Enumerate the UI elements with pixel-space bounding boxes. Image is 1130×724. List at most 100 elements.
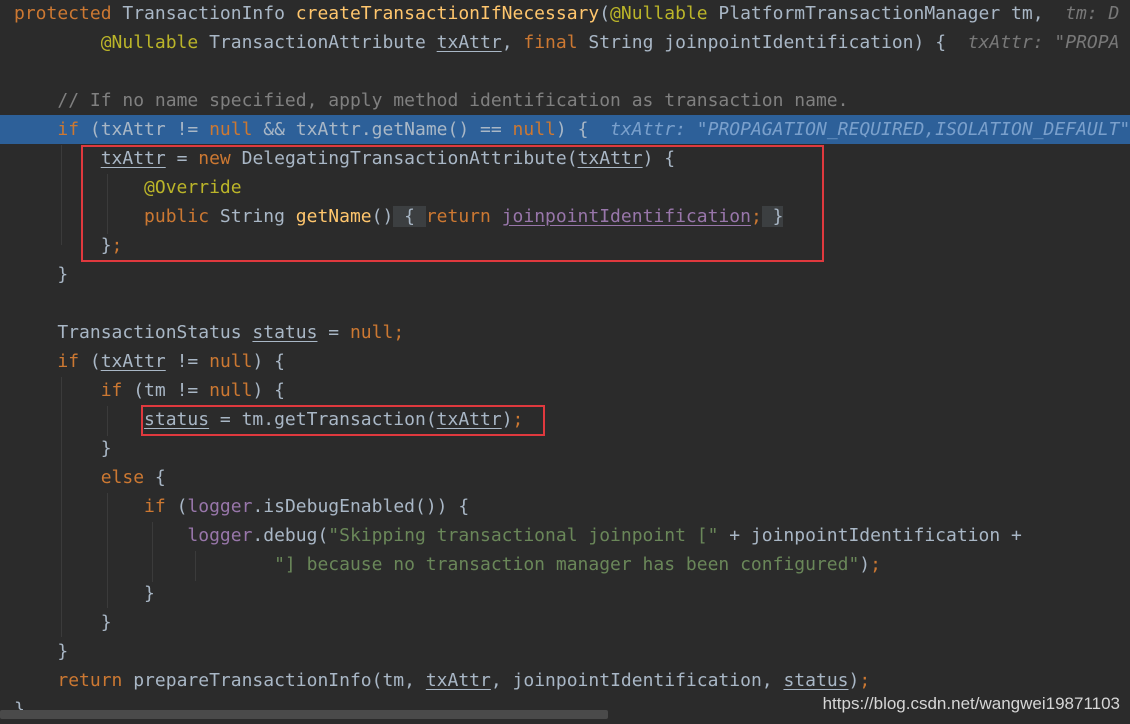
- highlight-box-delegating-attribute: [81, 145, 824, 262]
- code-line[interactable]: if (txAttr != null && txAttr.getName() =…: [0, 115, 1130, 144]
- code-line[interactable]: [0, 289, 1130, 318]
- code-token: else: [100, 467, 155, 488]
- code-token: .isDebugEnabled()) {: [252, 496, 470, 517]
- indent-guide: [107, 493, 108, 608]
- code-line[interactable]: "] because no transaction manager has be…: [0, 550, 1130, 579]
- code-line[interactable]: [0, 57, 1130, 86]
- code-token: }: [14, 612, 112, 633]
- code-line[interactable]: }: [0, 260, 1130, 289]
- code-token: protected: [14, 3, 123, 24]
- code-line[interactable]: else {: [0, 463, 1130, 492]
- code-token: createTransactionIfNecessary: [295, 3, 600, 24]
- indent-guide: [107, 406, 108, 436]
- code-line[interactable]: // If no name specified, apply method id…: [0, 86, 1130, 115]
- code-line[interactable]: if (tm != null) {: [0, 376, 1130, 405]
- code-token: null: [512, 119, 556, 140]
- code-token: prepareTransactionInfo(tm,: [133, 670, 426, 691]
- code-token: , joinpointIdentification,: [490, 670, 784, 691]
- code-token: return: [57, 670, 134, 691]
- code-token: if: [57, 351, 90, 372]
- code-line[interactable]: return prepareTransactionInfo(tm, txAttr…: [0, 666, 1130, 695]
- code-token: (tm !=: [133, 380, 210, 401]
- watermark: https://blog.csdn.net/wangwei19871103: [822, 694, 1120, 713]
- inline-value-hint: txAttr: "PROPA: [967, 32, 1120, 53]
- code-line[interactable]: }: [0, 637, 1130, 666]
- indent-guide: [152, 522, 153, 582]
- code-token: PlatformTransactionManager tm,: [718, 3, 1066, 24]
- code-token: {: [154, 467, 166, 488]
- code-token: }: [14, 641, 69, 662]
- code-token: (txAttr !=: [89, 119, 210, 140]
- code-line[interactable]: protected TransactionInfo createTransact…: [0, 0, 1130, 28]
- code-token: null;: [349, 322, 405, 343]
- code-token: ): [848, 670, 860, 691]
- code-line[interactable]: @Nullable TransactionAttribute txAttr, f…: [0, 28, 1130, 57]
- code-line[interactable]: }: [0, 608, 1130, 637]
- code-token: final: [523, 32, 589, 53]
- code-token: }: [14, 438, 112, 459]
- code-token: status: [252, 322, 318, 343]
- code-token: null: [209, 380, 253, 401]
- code-line[interactable]: }: [0, 434, 1130, 463]
- code-token: txAttr: [425, 670, 491, 691]
- code-token: ) {: [252, 380, 285, 401]
- code-token: ,: [501, 32, 524, 53]
- inline-value-hint: txAttr: "PROPAGATION_REQUIRED,ISOLATION_…: [610, 119, 1130, 140]
- code-token: status: [783, 670, 849, 691]
- code-token: TransactionStatus: [14, 322, 253, 343]
- code-line[interactable]: if (txAttr != null) {: [0, 347, 1130, 376]
- code-line[interactable]: TransactionStatus status = null;: [0, 318, 1130, 347]
- indent-guide: [195, 551, 196, 581]
- code-line[interactable]: if (logger.isDebugEnabled()) {: [0, 492, 1130, 521]
- code-token: null: [209, 119, 264, 140]
- code-token: + joinpointIdentification +: [729, 525, 1022, 546]
- code-token: @Nullable: [610, 3, 719, 24]
- code-token: .debug(: [252, 525, 329, 546]
- code-token: null: [209, 351, 253, 372]
- code-token: }: [14, 264, 69, 285]
- code-token: =: [317, 322, 350, 343]
- code-line[interactable]: logger.debug("Skipping transactional joi…: [0, 521, 1130, 550]
- code-token: (: [176, 496, 188, 517]
- code-token: "Skipping transactional joinpoint [": [328, 525, 730, 546]
- code-token: ;: [870, 554, 881, 575]
- code-token: logger: [187, 525, 253, 546]
- indent-guide: [61, 145, 62, 245]
- horizontal-scrollbar[interactable]: [0, 710, 608, 719]
- code-token: TransactionInfo: [122, 3, 296, 24]
- code-token: (: [89, 351, 101, 372]
- code-token: (: [599, 3, 611, 24]
- code-token: !=: [165, 351, 210, 372]
- code-line[interactable]: }: [0, 579, 1130, 608]
- code-token: if: [144, 496, 177, 517]
- code-token: // If no name specified, apply method id…: [57, 90, 849, 111]
- code-token: logger: [187, 496, 253, 517]
- code-token: @Nullable: [100, 32, 210, 53]
- code-token: ) {: [555, 119, 611, 140]
- code-token: String joinpointIdentification) {: [588, 32, 968, 53]
- code-token: if: [57, 119, 90, 140]
- code-editor[interactable]: protected TransactionInfo createTransact…: [0, 0, 1130, 723]
- code-token: && txAttr.getName() ==: [263, 119, 513, 140]
- inline-value-hint: tm: D: [1065, 3, 1120, 24]
- code-token: ): [859, 554, 871, 575]
- code-token: "] because no transaction manager has be…: [274, 554, 860, 575]
- code-token: ) {: [252, 351, 285, 372]
- code-token: if: [100, 380, 134, 401]
- highlight-box-get-transaction: [141, 405, 545, 436]
- code-token: txAttr: [100, 351, 166, 372]
- code-token: TransactionAttribute: [209, 32, 437, 53]
- code-token: }: [14, 583, 155, 604]
- code-token: ;: [859, 670, 871, 691]
